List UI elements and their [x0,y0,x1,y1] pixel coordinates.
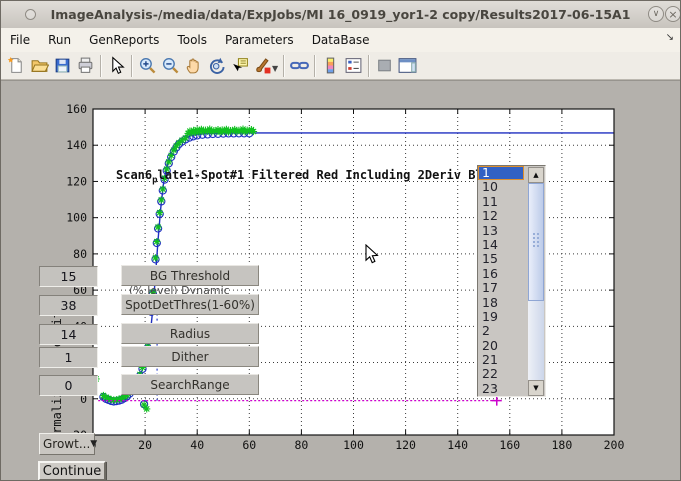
param-value-field-spotdetthres-1-60-[interactable]: 38 [39,295,98,316]
svg-text:40: 40 [190,438,204,452]
continue-button[interactable]: Continue [38,461,106,481]
new-figure-icon[interactable] [5,54,28,78]
menu-parameters[interactable]: Parameters [216,30,303,50]
param-button-searchrange[interactable]: SearchRange [121,374,259,395]
svg-text:140: 140 [447,438,468,452]
rotate-3d-icon[interactable] [205,54,228,78]
menu-file[interactable]: File [1,30,39,50]
listbox-scrollbar[interactable]: ▲ ▼ [528,167,544,396]
hide-plot-tools-icon[interactable] [373,54,396,78]
window-close-button[interactable]: × [665,6,681,22]
svg-text:100: 100 [66,211,87,225]
param-button-dither[interactable]: Dither [121,346,259,367]
growth-curve-plot: 020406080100120140160180200-200204060801… [1,81,681,481]
print-icon[interactable] [74,54,97,78]
mouse-cursor [365,244,379,265]
link-plots-icon[interactable] [288,54,311,78]
open-file-icon[interactable] [28,54,51,78]
brush-icon[interactable] [251,54,274,78]
svg-text:160: 160 [66,102,87,116]
svg-text:120: 120 [66,174,87,188]
spot-number-listbox[interactable]: 110111213141516171819220212223 ▲ ▼ [477,165,546,397]
toolbar: ▼ [1,52,680,80]
menu-tools[interactable]: Tools [168,30,216,50]
svg-text:80: 80 [294,438,308,452]
menu-overflow-arrow-icon[interactable]: ↘ [666,32,674,43]
param-value-field-searchrange[interactable]: 0 [39,375,98,396]
window-title: ImageAnalysis-/media/data/ExpJobs/MI 16_… [51,7,631,22]
menu-bar: FileRunGenReportsToolsParametersDataBase… [1,28,680,53]
svg-text:180: 180 [552,438,573,452]
growth-dropdown[interactable]: Growt... ▼ [39,433,95,455]
param-button-spotdetthres-1-60-[interactable]: SpotDetThres(1-60%) [121,294,259,315]
zoom-out-icon[interactable] [159,54,182,78]
show-plot-tools-icon[interactable] [396,54,419,78]
window-menu-icon[interactable] [25,9,36,20]
param-button-radius[interactable]: Radius [121,323,259,344]
toolbar-separator [314,55,316,77]
figure-canvas: 020406080100120140160180200-200204060801… [1,80,681,481]
svg-text:100: 100 [343,438,364,452]
param-value-field-bg-threshold[interactable]: 15 [39,266,98,287]
param-value-field-radius[interactable]: 14 [39,324,98,345]
scrollbar-grip [532,232,541,248]
pan-icon[interactable] [182,54,205,78]
svg-text:60: 60 [242,438,256,452]
app-window: ImageAnalysis-/media/data/ExpJobs/MI 16_… [0,0,681,481]
param-value-field-dither[interactable]: 1 [39,347,98,368]
scroll-up-icon[interactable]: ▲ [528,167,544,183]
chevron-down-icon: ▼ [90,439,97,449]
data-cursor-icon[interactable] [228,54,251,78]
svg-text:160: 160 [499,438,520,452]
toolbar-separator [368,55,370,77]
plot-title: Scan6plate1-Spot#1 Filtered Red Includin… [116,168,483,185]
svg-text:140: 140 [66,138,87,152]
menu-database[interactable]: DataBase [303,30,379,50]
window-shade-button[interactable]: ∨ [648,6,664,22]
scroll-down-icon[interactable]: ▼ [528,380,544,396]
colorbar-icon[interactable] [319,54,342,78]
edit-arrow-icon[interactable] [105,54,128,78]
svg-text:20: 20 [138,438,152,452]
toolbar-separator [100,55,102,77]
toolbar-separator [131,55,133,77]
legend-icon[interactable] [342,54,365,78]
svg-text:80: 80 [73,247,87,261]
svg-text:120: 120 [395,438,416,452]
scrollbar-thumb[interactable] [528,183,544,301]
listbox-item-1[interactable]: 1 [478,166,524,180]
toolbar-separator [283,55,285,77]
save-figure-icon[interactable] [51,54,74,78]
zoom-in-icon[interactable] [136,54,159,78]
brush-dropdown-icon[interactable]: ▼ [272,64,278,73]
title-bar[interactable]: ImageAnalysis-/media/data/ExpJobs/MI 16_… [1,1,680,29]
param-button-bg-threshold[interactable]: BG Threshold [121,265,259,286]
svg-text:200: 200 [604,438,625,452]
menu-genreports[interactable]: GenReports [80,30,168,50]
menu-run[interactable]: Run [39,30,80,50]
